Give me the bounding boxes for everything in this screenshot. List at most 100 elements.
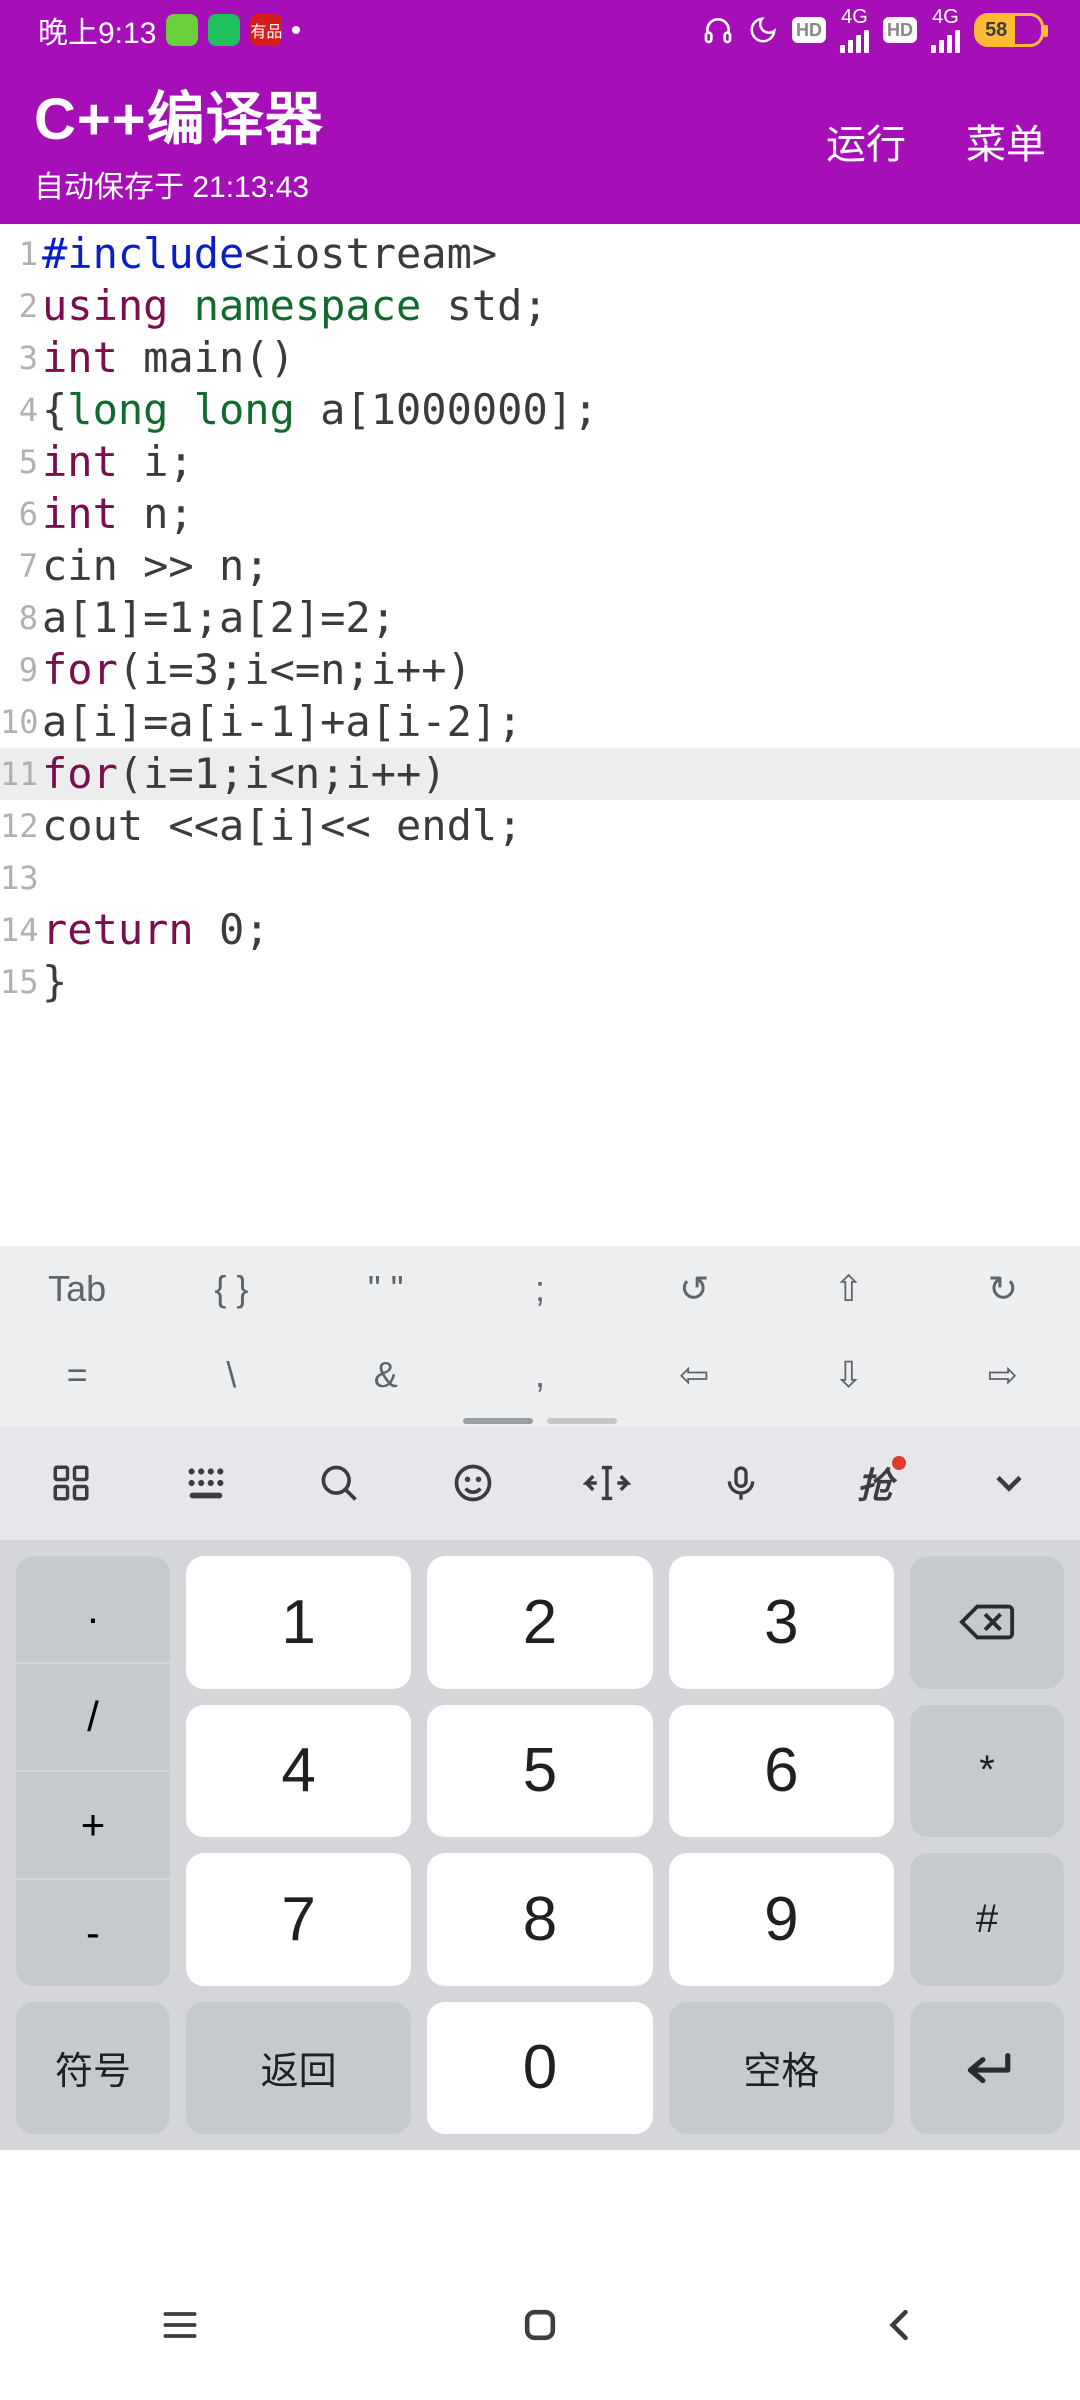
ime-collapse-icon[interactable] xyxy=(956,1461,1062,1505)
line-number: 14 xyxy=(0,904,42,956)
system-nav-bar xyxy=(0,2250,1080,2400)
backspace-icon xyxy=(958,1600,1016,1644)
key-minus[interactable]: - xyxy=(16,1880,170,1986)
code-line[interactable]: 11for(i=1;i<n;i++) xyxy=(0,748,1080,800)
key-6[interactable]: 6 xyxy=(669,1705,894,1838)
symbol-key-r1-4[interactable]: ↺ xyxy=(617,1246,771,1332)
line-number: 1 xyxy=(0,228,42,280)
symbol-key-r1-2[interactable]: " " xyxy=(309,1246,463,1332)
code-line[interactable]: 1#include<iostream> xyxy=(0,228,1080,280)
symbol-key-r2-2[interactable]: & xyxy=(309,1332,463,1418)
code-line[interactable]: 9for(i=3;i<=n;i++) xyxy=(0,644,1080,696)
key-9[interactable]: 9 xyxy=(669,1853,894,1986)
status-more-dot xyxy=(292,26,300,34)
code-line[interactable]: 8a[1]=1;a[2]=2; xyxy=(0,592,1080,644)
ime-grab-button[interactable]: 抢 xyxy=(822,1457,928,1509)
ime-emoji-icon[interactable] xyxy=(420,1461,526,1505)
symbol-page-indicator xyxy=(0,1418,1080,1426)
symbol-key-r1-1[interactable]: { } xyxy=(154,1246,308,1332)
nav-recents-button[interactable] xyxy=(150,2295,210,2355)
battery-icon: 58 xyxy=(974,13,1044,47)
ime-toolbar: 抢 xyxy=(0,1426,1080,1540)
menu-button[interactable]: 菜单 xyxy=(966,112,1046,170)
ime-apps-icon[interactable] xyxy=(18,1462,124,1504)
key-hash[interactable]: # xyxy=(910,1853,1064,1986)
line-number: 13 xyxy=(0,852,42,904)
key-5[interactable]: 5 xyxy=(427,1705,652,1838)
code-content[interactable]: return 0; xyxy=(42,904,270,956)
line-number: 9 xyxy=(0,644,42,696)
app-bar: C++编译器 自动保存于 21:13:43 运行 菜单 xyxy=(0,60,1080,224)
code-content[interactable]: for(i=3;i<=n;i++) xyxy=(42,644,472,696)
symbol-key-r1-5[interactable]: ⇧ xyxy=(771,1246,925,1332)
code-content[interactable]: a[1]=1;a[2]=2; xyxy=(42,592,396,644)
symbol-key-r1-0[interactable]: Tab xyxy=(0,1246,154,1332)
key-7[interactable]: 7 xyxy=(186,1853,411,1986)
key-3[interactable]: 3 xyxy=(669,1556,894,1689)
key-2[interactable]: 2 xyxy=(427,1556,652,1689)
code-content[interactable]: int i; xyxy=(42,436,194,488)
ime-cursor-icon[interactable] xyxy=(554,1461,660,1505)
symbol-key-r2-4[interactable]: ⇦ xyxy=(617,1332,771,1418)
notification-dot-icon xyxy=(892,1456,906,1470)
app-title: C++编译器 xyxy=(34,72,324,156)
symbol-toolbar: Tab{ }" ";↺⇧↻ =\&,⇦⇩⇨ xyxy=(0,1246,1080,1426)
code-line[interactable]: 6int n; xyxy=(0,488,1080,540)
symbol-key-r1-3[interactable]: ; xyxy=(463,1246,617,1332)
key-space[interactable]: 空格 xyxy=(669,2002,894,2135)
key-backspace[interactable] xyxy=(910,1556,1064,1689)
symbol-key-r2-3[interactable]: , xyxy=(463,1332,617,1418)
run-button[interactable]: 运行 xyxy=(826,112,906,170)
code-content[interactable]: using namespace std; xyxy=(42,280,548,332)
code-line[interactable]: 5int i; xyxy=(0,436,1080,488)
key-0[interactable]: 0 xyxy=(427,2002,652,2135)
code-content[interactable]: int main() xyxy=(42,332,295,384)
symbol-key-r2-6[interactable]: ⇨ xyxy=(926,1332,1080,1418)
code-content[interactable]: for(i=1;i<n;i++) xyxy=(42,748,447,800)
ime-search-icon[interactable] xyxy=(286,1461,392,1505)
line-number: 10 xyxy=(0,696,42,748)
key-star[interactable]: * xyxy=(910,1705,1064,1838)
key-enter[interactable] xyxy=(910,2002,1064,2135)
code-content[interactable]: {long long a[1000000]; xyxy=(42,384,598,436)
key-symbol-mode[interactable]: 符号 xyxy=(16,2002,170,2135)
nav-home-button[interactable] xyxy=(510,2295,570,2355)
nav-back-button[interactable] xyxy=(870,2295,930,2355)
headphones-icon xyxy=(702,14,734,46)
code-line[interactable]: 7cin >> n; xyxy=(0,540,1080,592)
key-slash[interactable]: / xyxy=(16,1664,170,1772)
key-dot[interactable]: . xyxy=(16,1556,170,1664)
code-content[interactable]: cin >> n; xyxy=(42,540,270,592)
code-line[interactable]: 13 xyxy=(0,852,1080,904)
key-return-word[interactable]: 返回 xyxy=(186,2002,411,2135)
hd-badge-2: HD xyxy=(883,17,917,43)
code-content[interactable]: a[i]=a[i-1]+a[i-2]; xyxy=(42,696,522,748)
code-line[interactable]: 12cout <<a[i]<< endl; xyxy=(0,800,1080,852)
code-content[interactable]: #include<iostream> xyxy=(42,228,497,280)
line-number: 4 xyxy=(0,384,42,436)
ime-mic-icon[interactable] xyxy=(688,1461,794,1505)
line-number: 7 xyxy=(0,540,42,592)
status-app-icon-youpin: 有品 xyxy=(250,14,282,46)
code-content[interactable]: } xyxy=(42,956,67,1008)
key-plus[interactable]: + xyxy=(16,1772,170,1880)
code-content[interactable]: int n; xyxy=(42,488,194,540)
symbol-key-r2-5[interactable]: ⇩ xyxy=(771,1332,925,1418)
ime-keyboard-icon[interactable] xyxy=(152,1460,258,1506)
line-number: 15 xyxy=(0,956,42,1008)
code-line[interactable]: 10a[i]=a[i-1]+a[i-2]; xyxy=(0,696,1080,748)
code-line[interactable]: 4{long long a[1000000]; xyxy=(0,384,1080,436)
symbol-key-r2-0[interactable]: = xyxy=(0,1332,154,1418)
code-editor[interactable]: 1#include<iostream>2using namespace std;… xyxy=(0,224,1080,1008)
symbol-key-r1-6[interactable]: ↻ xyxy=(926,1246,1080,1332)
code-line[interactable]: 2using namespace std; xyxy=(0,280,1080,332)
code-line[interactable]: 3int main() xyxy=(0,332,1080,384)
key-4[interactable]: 4 xyxy=(186,1705,411,1838)
key-8[interactable]: 8 xyxy=(427,1853,652,1986)
line-number: 8 xyxy=(0,592,42,644)
key-1[interactable]: 1 xyxy=(186,1556,411,1689)
code-content[interactable]: cout <<a[i]<< endl; xyxy=(42,800,522,852)
code-line[interactable]: 15} xyxy=(0,956,1080,1008)
code-line[interactable]: 14return 0; xyxy=(0,904,1080,956)
symbol-key-r2-1[interactable]: \ xyxy=(154,1332,308,1418)
